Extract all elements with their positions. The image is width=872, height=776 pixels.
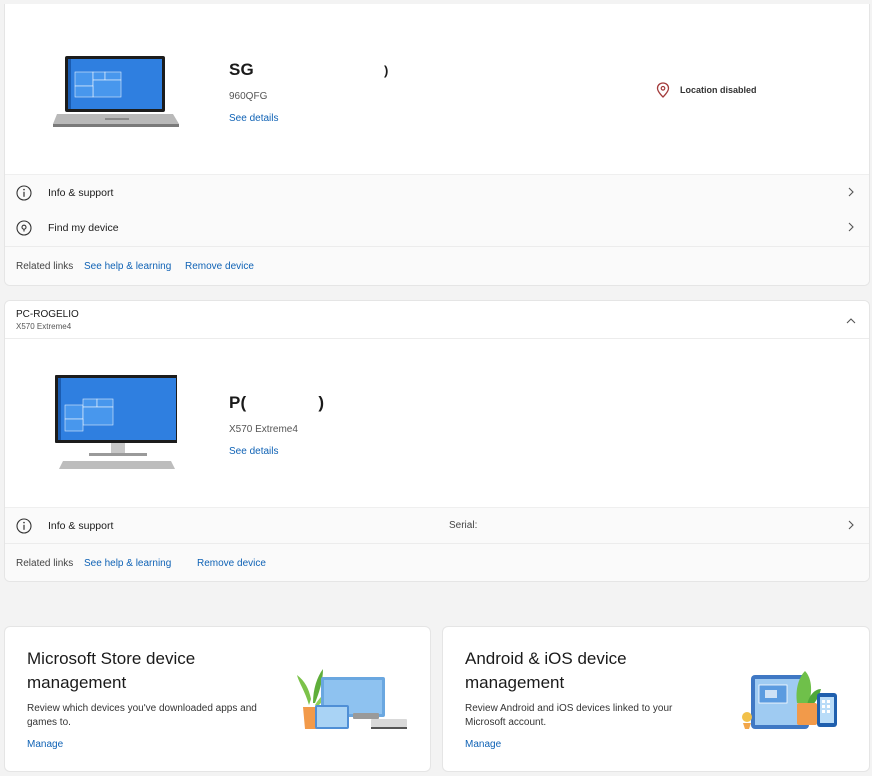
device-card-desktop: PC-ROGELIO X570 Extreme4 P() X570 Extrem… [4, 300, 870, 582]
device-model: 960QFG [229, 91, 268, 102]
devices-plant-illustration [297, 669, 407, 729]
device-header-subtitle: X570 Extreme4 [16, 322, 72, 331]
chevron-up-icon[interactable] [845, 315, 857, 327]
device-card-header[interactable]: PC-ROGELIO X570 Extreme4 [5, 301, 869, 339]
find-my-device-row[interactable]: Find my device [5, 210, 869, 246]
remove-device-link[interactable]: Remove device [185, 261, 254, 272]
related-links-label: Related links [16, 261, 74, 272]
laptop-illustration [53, 56, 179, 127]
promo-card-store-devices: Microsoft Store device management Review… [4, 626, 431, 772]
info-icon [16, 185, 32, 201]
device-name: P() [229, 393, 325, 412]
find-my-device-label: Find my device [48, 222, 119, 234]
device-name: SG) [229, 60, 389, 79]
manage-link[interactable]: Manage [465, 739, 501, 750]
tablet-phone-illustration [742, 671, 837, 729]
info-icon [16, 518, 32, 534]
chevron-right-icon [848, 187, 854, 197]
chevron-right-icon [848, 222, 854, 232]
promo-description: Review which devices you've downloaded a… [27, 703, 257, 728]
device-model: X570 Extreme4 [229, 424, 298, 435]
promo-title: Microsoft Store device management [27, 649, 196, 692]
location-pin-icon [656, 82, 670, 98]
desktop-illustration [55, 375, 177, 469]
chevron-right-icon [848, 520, 854, 530]
related-links-bar: Related links See help & learning Remove… [5, 543, 869, 581]
serial-label: Serial: [449, 520, 478, 531]
info-support-row[interactable]: Info & support [5, 174, 869, 210]
device-header-title: PC-ROGELIO [16, 309, 79, 320]
remove-device-link[interactable]: Remove device [197, 558, 266, 569]
see-details-link[interactable]: See details [229, 113, 278, 124]
info-support-label: Info & support [48, 186, 114, 199]
info-support-row[interactable]: Info & support Serial: [5, 507, 869, 543]
related-links-bar: Related links See help & learning Remove… [5, 246, 869, 285]
see-help-learning-link[interactable]: See help & learning [84, 558, 171, 569]
device-card-laptop: SG) 960QFG See details Location disabled… [4, 4, 870, 286]
location-pin-icon [16, 220, 32, 236]
promo-description: Review Android and iOS devices linked to… [465, 703, 673, 728]
device-hero: P() X570 Extreme4 See details [5, 339, 869, 507]
related-links-label: Related links [16, 558, 74, 569]
location-status-text: Location disabled [680, 85, 757, 95]
see-details-link[interactable]: See details [229, 446, 278, 457]
see-help-learning-link[interactable]: See help & learning [84, 261, 171, 272]
location-status: Location disabled [656, 82, 757, 98]
info-support-label: Info & support [48, 519, 114, 532]
manage-link[interactable]: Manage [27, 739, 63, 750]
promo-title: Android & iOS device management [465, 649, 627, 692]
promo-card-mobile-devices: Android & iOS device management Review A… [442, 626, 870, 772]
device-hero: SG) 960QFG See details Location disabled [5, 4, 869, 174]
